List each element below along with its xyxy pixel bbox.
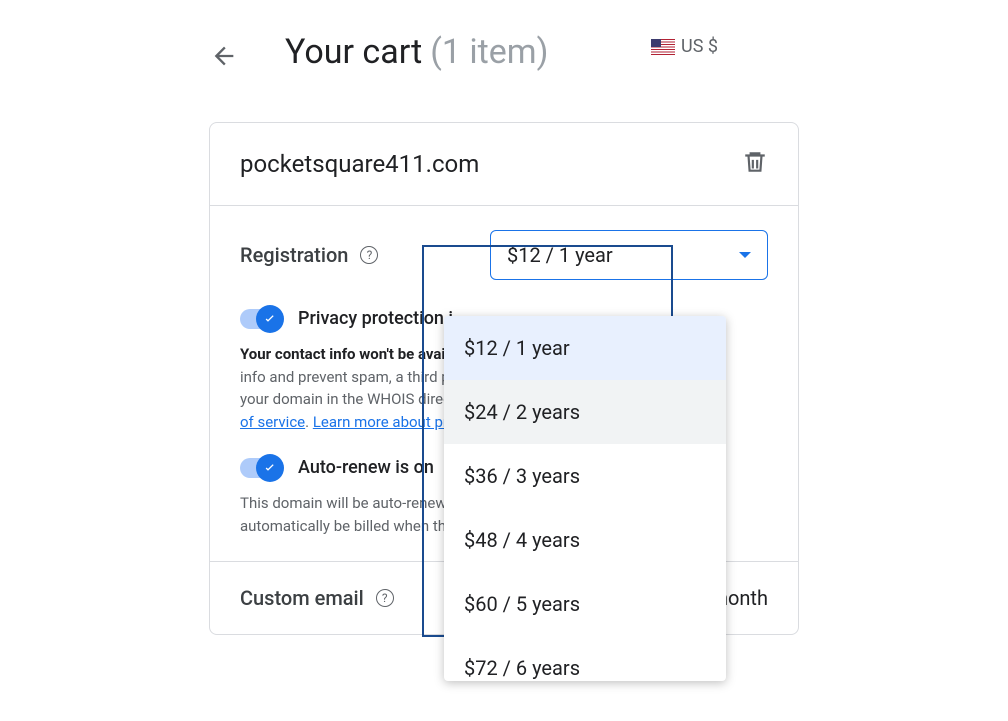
registration-label: Registration <box>240 243 348 267</box>
toggle-knob <box>256 454 284 482</box>
chevron-down-icon <box>739 252 751 258</box>
registration-select[interactable]: $12 / 1 year <box>490 230 768 280</box>
autorenew-desc-line2: automatically be billed when the <box>240 517 454 535</box>
autorenew-toggle-label: Auto-renew is on <box>298 457 434 478</box>
help-icon[interactable]: ? <box>360 246 378 264</box>
dropdown-option[interactable]: $24 / 2 years <box>444 380 726 444</box>
domain-row: pocketsquare411.com <box>210 123 798 206</box>
us-flag-icon <box>651 39 675 55</box>
registration-dropdown: $12 / 1 year $24 / 2 years $36 / 3 years… <box>444 316 726 681</box>
domain-name: pocketsquare411.com <box>240 150 479 178</box>
privacy-toggle-label: Privacy protection i <box>298 308 453 329</box>
custom-email-label: Custom email <box>240 586 364 610</box>
page-title-wrap: Your cart (1 item) <box>285 32 548 72</box>
registration-row: Registration ? $12 / 1 year <box>240 230 768 280</box>
currency-selector[interactable]: US $ <box>651 36 718 57</box>
privacy-desc-line1: info and prevent spam, a third pa <box>240 368 458 386</box>
page-title: Your cart <box>285 32 422 72</box>
autorenew-toggle[interactable] <box>240 458 280 478</box>
currency-label: US $ <box>681 36 718 57</box>
toggle-knob <box>256 305 284 333</box>
trash-icon[interactable] <box>742 149 768 179</box>
autorenew-desc-line1: This domain will be auto-renewe <box>240 494 455 512</box>
terms-link[interactable]: of service <box>240 413 305 431</box>
privacy-desc-strong: Your contact info won't be availa <box>240 345 457 363</box>
dropdown-option[interactable]: $72 / 6 years <box>444 636 726 681</box>
custom-email-left: Custom email ? <box>240 586 394 610</box>
page-header: Your cart (1 item) US $ <box>0 0 1008 72</box>
dropdown-option[interactable]: $36 / 3 years <box>444 444 726 508</box>
dropdown-scroll[interactable]: $12 / 1 year $24 / 2 years $36 / 3 years… <box>444 316 726 681</box>
learn-more-link[interactable]: Learn more about priv <box>313 413 459 431</box>
dropdown-option[interactable]: $48 / 4 years <box>444 508 726 572</box>
dropdown-option[interactable]: $12 / 1 year <box>444 316 726 380</box>
help-icon[interactable]: ? <box>376 589 394 607</box>
privacy-desc-line2: your domain in the WHOIS direct <box>240 390 456 408</box>
dropdown-option[interactable]: $60 / 5 years <box>444 572 726 636</box>
cart-item-count: (1 item) <box>430 32 548 72</box>
back-arrow-icon[interactable] <box>210 42 238 70</box>
link-separator: . <box>305 413 313 431</box>
privacy-toggle[interactable] <box>240 309 280 329</box>
registration-select-value: $12 / 1 year <box>507 243 613 267</box>
